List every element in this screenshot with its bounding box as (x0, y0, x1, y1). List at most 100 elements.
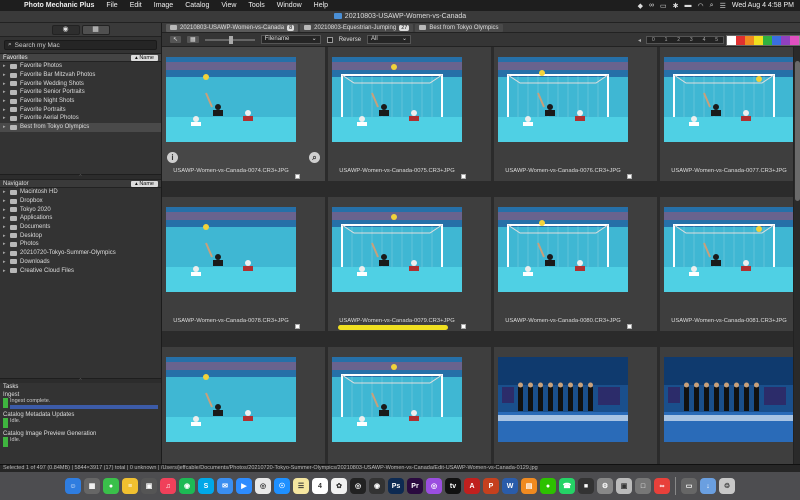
navigator-item[interactable]: ▸ 20210720-Tokyo-Summer-Olympics (0, 249, 161, 258)
thumbnail-size-slider[interactable] (204, 35, 255, 44)
photo-cell[interactable]: USAWP-Women-vs-Canada-0075.CR3+JPG (328, 47, 491, 181)
photo-thumbnail[interactable] (498, 57, 628, 142)
dropbox-status-icon[interactable]: ◆ (638, 2, 643, 10)
favorite-item[interactable]: ▸ Favorite Bar Mitzvah Photos (0, 71, 161, 80)
skype-icon[interactable]: S (198, 478, 214, 494)
messages-icon[interactable]: ● (103, 478, 119, 494)
reverse-checkbox[interactable] (326, 36, 333, 43)
scrollbar-thumb[interactable] (795, 61, 800, 201)
navigator-item[interactable]: ▸ Tokyo 2020 (0, 205, 161, 214)
info-icon[interactable]: i (167, 152, 178, 163)
favorite-item[interactable]: ▸ Favorite Aerial Photos (0, 114, 161, 123)
photo-cell[interactable] (328, 347, 491, 464)
color-label-swatch[interactable] (772, 36, 781, 45)
mail-icon[interactable]: ✉ (217, 478, 233, 494)
photo-cell[interactable] (494, 347, 657, 464)
tag-checkbox[interactable] (295, 174, 300, 179)
navigator-item[interactable]: ▸ Creative Cloud Files (0, 266, 161, 275)
photo-cell[interactable]: USAWP-Women-vs-Canada-0076.CR3+JPG (494, 47, 657, 181)
star-rating-filter[interactable]: 0 1 2 3 4 5 (646, 36, 724, 44)
photo-thumbnail[interactable] (166, 357, 296, 442)
whatsapp-icon[interactable]: ☎ (559, 478, 575, 494)
photo-cell[interactable]: USAWP-Women-vs-Canada-0079.CR3+JPG (328, 197, 491, 331)
camera-panel-icon[interactable]: ◉ (51, 24, 80, 35)
facetime-icon[interactable]: ■ (578, 478, 594, 494)
word-icon[interactable]: W (502, 478, 518, 494)
color-label-swatch[interactable] (754, 36, 763, 45)
books-icon[interactable]: ▤ (521, 478, 537, 494)
photoshop-icon[interactable]: Ps (388, 478, 404, 494)
screen-icon[interactable]: ▭ (681, 478, 697, 494)
photo-cell[interactable]: USAWP-Women-vs-Canada-0080.CR3+JPG (494, 197, 657, 331)
favorite-item-selected[interactable]: ▸ Best from Tokyo Olympics (0, 122, 161, 132)
menu-catalog[interactable]: Catalog (179, 2, 215, 9)
photos-icon[interactable]: ✿ (331, 478, 347, 494)
navigator-item[interactable]: ▸ Macintosh HD (0, 188, 161, 197)
favorite-item[interactable]: ▸ Favorite Portraits (0, 105, 161, 114)
sort-dropdown[interactable]: Filename ⌄ (260, 35, 321, 44)
tag-checkbox[interactable] (627, 324, 632, 329)
systemprefs-icon[interactable]: ⚙ (597, 478, 613, 494)
navigator-item[interactable]: ▸ Documents (0, 223, 161, 232)
navigator-sort-button[interactable]: ▴ Name (131, 180, 158, 187)
photo-thumbnail[interactable] (664, 357, 793, 442)
menu-help[interactable]: Help (308, 2, 334, 9)
search-menu-icon[interactable]: ⌕ (710, 2, 714, 10)
menu-tools[interactable]: Tools (242, 2, 270, 9)
safari-icon[interactable]: ☉ (274, 478, 290, 494)
creative-cloud-icon[interactable]: ∞ (654, 478, 670, 494)
color-label-swatch[interactable] (745, 36, 754, 45)
wechat-icon[interactable]: ● (540, 478, 556, 494)
podcasts-icon[interactable]: ◎ (426, 478, 442, 494)
launchpad-icon[interactable]: ▦ (84, 478, 100, 494)
photo-thumbnail[interactable] (664, 57, 793, 142)
obs-icon[interactable]: ◉ (369, 478, 385, 494)
viewer-icon[interactable]: □ (635, 478, 651, 494)
navigator-item[interactable]: ▸ Desktop (0, 231, 161, 240)
color-label-swatch[interactable] (790, 36, 799, 45)
color-label-swatch[interactable] (736, 36, 745, 45)
notes2-icon[interactable]: ☰ (293, 478, 309, 494)
control-center-icon[interactable]: ☰ (720, 2, 726, 10)
display-icon[interactable]: ▭ (660, 2, 667, 10)
favorite-item[interactable]: ▸ Favorite Wedding Shots (0, 79, 161, 88)
grid-toggle-icon[interactable]: ▦ (187, 36, 199, 43)
navigator-item[interactable]: ▸ Downloads (0, 258, 161, 267)
favorite-item[interactable]: ▸ Favorite Senior Portraits (0, 88, 161, 97)
color-label-swatch[interactable] (727, 36, 736, 45)
favorites-sort-button[interactable]: ▴ Name (131, 54, 158, 61)
photo-cell[interactable]: i ⌕ USAWP-Women-vs-Canada-0074.CR3+JPG (162, 47, 325, 181)
contact-sheet-scrollbar[interactable] (793, 47, 800, 464)
menu-app-name[interactable]: Photo Mechanic Plus (18, 2, 100, 9)
photo-cell[interactable] (660, 347, 793, 464)
photo-thumbnail[interactable] (664, 207, 793, 292)
tag-checkbox[interactable] (461, 324, 466, 329)
favorite-item[interactable]: ▸ Favorite Photos (0, 62, 161, 71)
menu-file[interactable]: File (100, 2, 123, 9)
bluetooth-icon[interactable]: ✱ (673, 2, 679, 10)
tab-usawp[interactable]: 20210803-USAWP-Women-vs-Canada 8 (166, 23, 299, 32)
notes-icon[interactable]: ≡ (122, 478, 138, 494)
menu-image[interactable]: Image (148, 2, 179, 9)
menu-edit[interactable]: Edit (124, 2, 148, 9)
photo-thumbnail[interactable] (332, 57, 462, 142)
preview-icon[interactable]: ▣ (141, 478, 157, 494)
acrobat-icon[interactable]: A (464, 478, 480, 494)
photo-cell[interactable] (162, 347, 325, 464)
search-input[interactable]: Search my Mac (15, 42, 60, 49)
menu-view[interactable]: View (215, 2, 242, 9)
tab-best-tokyo[interactable]: Best from Tokyo Olympics (415, 23, 503, 32)
navigator-item[interactable]: ▸ Dropbox (0, 197, 161, 206)
rating-filter-icon[interactable]: ◂ (638, 37, 641, 44)
photo-cell[interactable]: USAWP-Women-vs-Canada-0077.CR3+JPG (660, 47, 793, 181)
chrome-icon[interactable]: ◎ (255, 478, 271, 494)
photo-thumbnail[interactable] (332, 357, 462, 442)
spotify-icon[interactable]: ◉ (179, 478, 195, 494)
photo-thumbnail[interactable] (498, 357, 628, 442)
camera-raw-icon[interactable]: ◎ (350, 478, 366, 494)
trash-icon[interactable]: ♲ (719, 478, 735, 494)
filter-dropdown[interactable]: All ⌄ (367, 35, 412, 44)
appletv-icon[interactable]: tv (445, 478, 461, 494)
photo-thumbnail[interactable] (166, 207, 296, 292)
premiere-icon[interactable]: Pr (407, 478, 423, 494)
